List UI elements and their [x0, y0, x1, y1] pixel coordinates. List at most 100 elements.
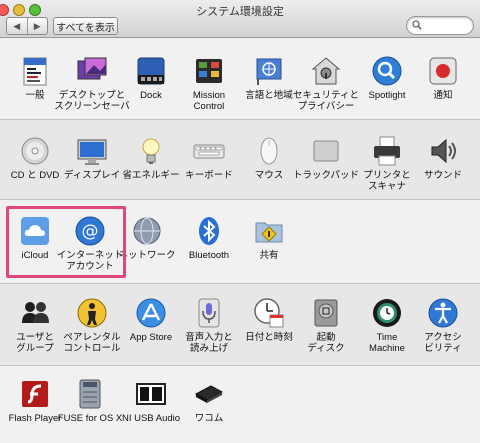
- pane-label: 日付と時刻: [245, 332, 293, 343]
- pane-app-store[interactable]: App Store: [119, 297, 183, 343]
- pane-label: ペアレンタル コントロール: [63, 332, 121, 354]
- pane-printers-scanners[interactable]: プリンタと スキャナ: [355, 135, 419, 192]
- show-all-button[interactable]: すべてを表示: [53, 17, 118, 35]
- mouse-icon: [260, 137, 278, 165]
- pane-mouse[interactable]: マウス: [237, 135, 301, 181]
- pane-label: Dock: [140, 90, 162, 101]
- display-icon: [77, 139, 107, 165]
- cd-dvd-icon: [21, 137, 49, 165]
- svg-text:@: @: [82, 222, 99, 242]
- pane-internet-accounts[interactable]: @ インターネット アカウント: [56, 215, 124, 272]
- forward-button[interactable]: ▶: [26, 18, 48, 34]
- pane-sharing[interactable]: 共有: [237, 215, 301, 261]
- pane-wacom[interactable]: ワコム: [177, 378, 241, 424]
- fuse-icon: [79, 379, 101, 409]
- search-icon: [412, 20, 422, 30]
- pane-displays[interactable]: ディスプレイ: [60, 135, 124, 181]
- pane-label: ワコム: [194, 413, 224, 424]
- pane-label: Spotlight: [368, 90, 406, 101]
- pane-label: キーボード: [185, 170, 233, 181]
- icloud-icon: [21, 217, 49, 245]
- pane-network[interactable]: ネットワーク: [115, 215, 179, 261]
- notifications-icon: [429, 57, 457, 85]
- pane-label: 言語と地域: [245, 90, 293, 101]
- pane-label: CD と DVD: [10, 170, 60, 181]
- sharing-folder-icon: [255, 222, 283, 243]
- flash-player-icon: [22, 381, 48, 407]
- pane-language-region[interactable]: 言語と地域: [237, 55, 301, 101]
- pane-label: サウンド: [423, 170, 462, 181]
- sound-speaker-icon: [431, 138, 456, 164]
- pane-label: プリンタと スキャナ: [363, 170, 411, 192]
- pane-label: 起動 ディスク: [307, 332, 345, 354]
- pane-time-machine[interactable]: Time Machine: [355, 297, 419, 354]
- network-globe-icon: [133, 217, 161, 245]
- system-preferences-window: システム環境設定 ◀ ▶ すべてを表示 一般 デスクトップと スクリーンセーバ …: [0, 0, 480, 443]
- printer-icon: [374, 136, 400, 166]
- pane-energy-saver[interactable]: 省エネルギー: [119, 135, 183, 181]
- back-button[interactable]: ◀: [7, 18, 27, 34]
- pane-desktop[interactable]: デスクトップと スクリーンセーバ: [54, 55, 130, 112]
- pane-keyboard[interactable]: キーボード: [177, 135, 241, 181]
- desktop-screensaver-icon: [77, 57, 107, 80]
- accessibility-icon: [428, 298, 458, 328]
- pane-label: App Store: [129, 332, 173, 343]
- time-machine-icon: [373, 299, 401, 327]
- dictation-microphone-icon: [198, 298, 220, 328]
- users-groups-icon: [22, 302, 49, 323]
- pane-label: 共有: [259, 250, 279, 261]
- pane-dock[interactable]: Dock: [119, 55, 183, 101]
- pane-parental-controls[interactable]: ペアレンタル コントロール: [60, 297, 124, 354]
- date-time-clock-icon: [254, 298, 284, 328]
- pane-spotlight[interactable]: Spotlight: [355, 55, 419, 101]
- ni-usb-audio-icon: [136, 383, 166, 405]
- pane-dictation-speech[interactable]: 音声入力と 読み上げ: [177, 297, 241, 354]
- pane-label: トラックパッド: [292, 170, 360, 181]
- energy-bulb-icon: [142, 138, 160, 164]
- pane-fuse[interactable]: FUSE for OS X: [58, 378, 122, 424]
- pane-label: FUSE for OS X: [57, 413, 123, 424]
- pane-label: 音声入力と 読み上げ: [185, 332, 233, 354]
- parental-controls-icon: [77, 298, 107, 328]
- navigation-buttons: ◀ ▶: [6, 17, 48, 35]
- pane-bluetooth[interactable]: Bluetooth: [177, 215, 241, 261]
- pane-label: マウス: [254, 170, 284, 181]
- pane-label: 省エネルギー: [122, 170, 180, 181]
- pane-label: Flash Player: [8, 413, 62, 424]
- pane-security[interactable]: セキュリティと プライバシー: [293, 55, 359, 112]
- pane-cd-dvd[interactable]: CD と DVD: [3, 135, 67, 181]
- wacom-tablet-icon: [194, 385, 224, 403]
- pane-notifications[interactable]: 通知: [411, 55, 475, 101]
- pane-date-time[interactable]: 日付と時刻: [237, 297, 301, 343]
- bluetooth-icon: [199, 217, 219, 245]
- keyboard-icon: [193, 144, 225, 159]
- language-globe-flag-icon: [256, 58, 282, 85]
- pane-sound[interactable]: サウンド: [411, 135, 475, 181]
- pane-mission-control[interactable]: Mission Control: [177, 55, 241, 112]
- title-bar: システム環境設定 ◀ ▶ すべてを表示: [0, 0, 480, 38]
- pane-ni-usb-audio[interactable]: NI USB Audio: [119, 378, 183, 424]
- startup-disk-icon: [314, 299, 338, 327]
- pane-label: セキュリティと プライバシー: [293, 90, 359, 112]
- pane-label: Time Machine: [369, 332, 405, 354]
- pane-label: Mission Control: [192, 90, 226, 112]
- pane-label: ネットワーク: [118, 250, 176, 261]
- pane-label: 一般: [25, 90, 45, 101]
- security-house-icon: [311, 57, 341, 85]
- mission-control-icon: [196, 59, 222, 83]
- trackpad-icon: [313, 140, 339, 162]
- pane-label: 通知: [433, 90, 453, 101]
- pane-label: アクセシ ビリティ: [424, 332, 462, 354]
- search-input[interactable]: [406, 16, 474, 35]
- general-file-icon: [23, 57, 47, 86]
- pane-startup-disk[interactable]: 起動 ディスク: [294, 297, 358, 354]
- spotlight-magnifier-icon: [372, 56, 402, 86]
- pane-label: ディスプレイ: [63, 170, 121, 181]
- pane-label: ユーザと グループ: [16, 332, 54, 354]
- pane-users-groups[interactable]: ユーザと グループ: [3, 297, 67, 354]
- pane-label: NI USB Audio: [121, 413, 181, 424]
- pane-label: インターネット アカウント: [56, 250, 124, 272]
- pane-label: iCloud: [21, 250, 49, 261]
- pane-trackpad[interactable]: トラックパッド: [292, 135, 360, 181]
- pane-accessibility[interactable]: アクセシ ビリティ: [411, 297, 475, 354]
